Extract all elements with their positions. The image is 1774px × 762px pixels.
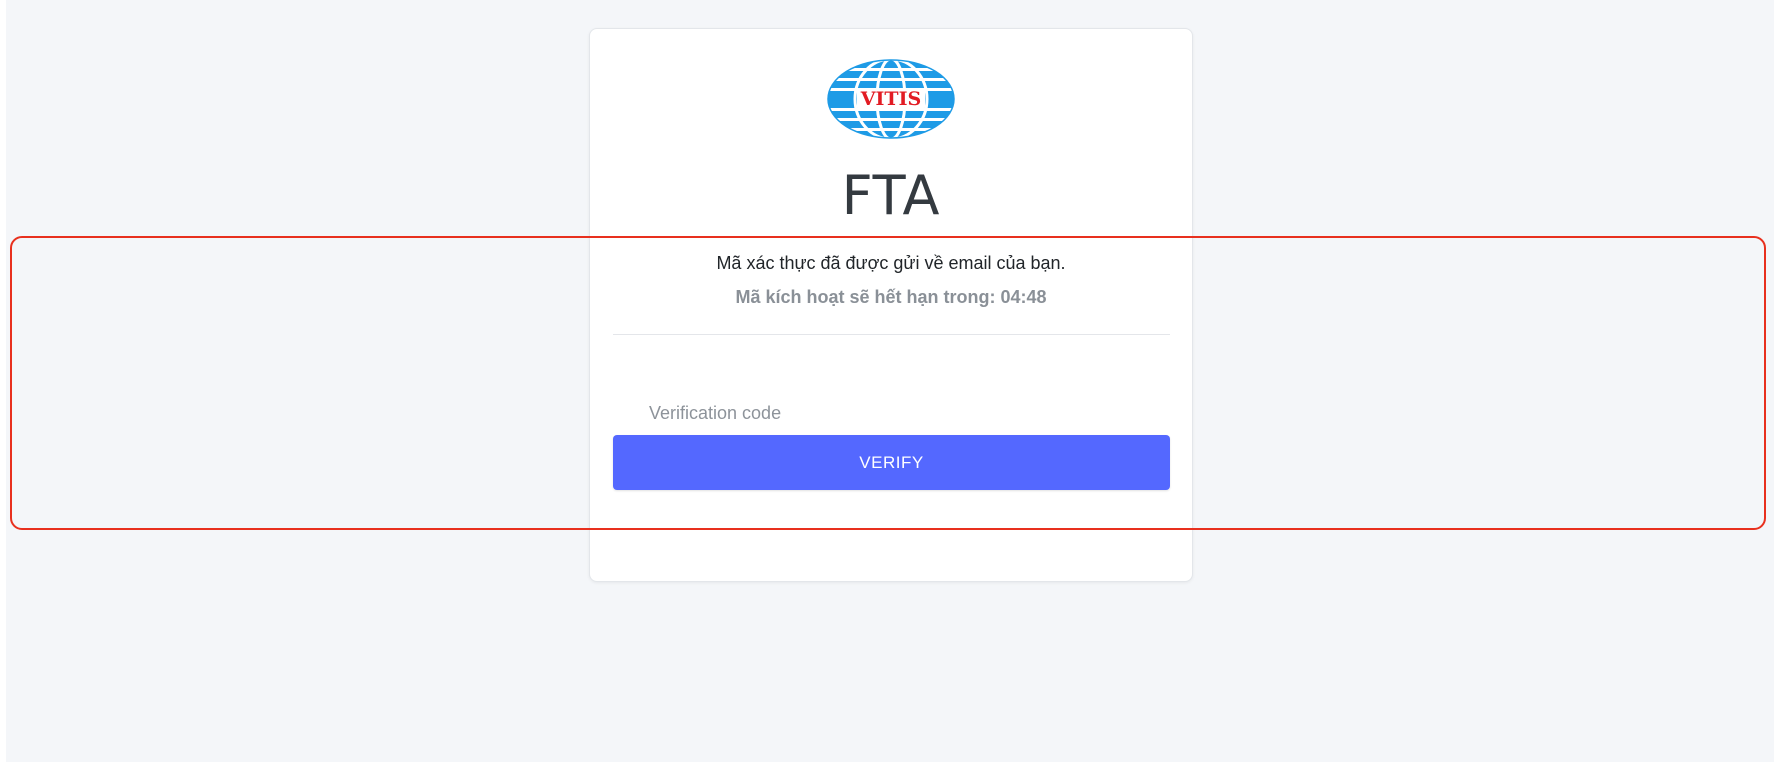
page-background: VITIS FTA Mã xác thực đã được gửi về ema… [6, 0, 1774, 762]
expiry-countdown: Mã kích hoạt sẽ hết hạn trong: 04:48 [735, 287, 1047, 307]
verification-card: VITIS FTA Mã xác thực đã được gửi về ema… [589, 28, 1193, 582]
verify-button[interactable]: VERIFY [613, 435, 1170, 490]
vitis-globe-logo: VITIS [827, 59, 955, 139]
logo-text: VITIS [860, 88, 921, 110]
verification-sent-message: Mã xác thực đã được gửi về email của bạn… [716, 253, 1066, 273]
page-title: FTA [841, 164, 941, 227]
divider [613, 334, 1170, 335]
verification-code-input[interactable] [613, 389, 1170, 437]
